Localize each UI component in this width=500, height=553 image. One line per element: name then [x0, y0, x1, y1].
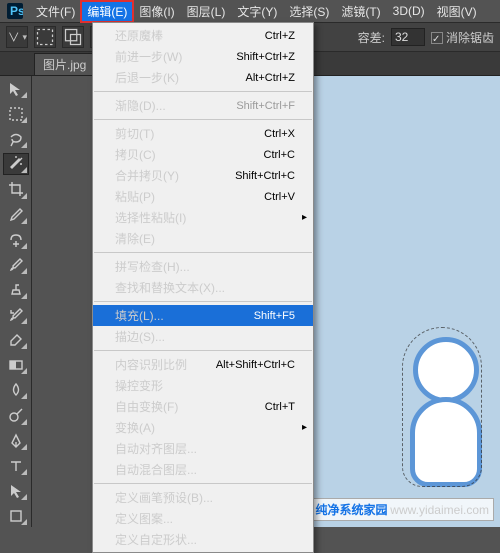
canvas-figure	[413, 337, 482, 487]
menu-puppet-warp: 操控变形	[93, 375, 313, 396]
spot-heal-tool[interactable]	[3, 229, 29, 251]
menu-paste[interactable]: 粘贴(P)Ctrl+V	[93, 186, 313, 207]
menu-find-replace: 查找和替换文本(X)...	[93, 277, 313, 298]
menu-free-transform[interactable]: 自由变换(F)Ctrl+T	[93, 396, 313, 417]
menu-fill[interactable]: 填充(L)...Shift+F5	[93, 305, 313, 326]
menu-transform[interactable]: 变换(A)	[93, 417, 313, 438]
menu-auto-align: 自动对齐图层...	[93, 438, 313, 459]
tool-palette	[0, 76, 32, 527]
menu-define-shape: 定义自定形状...	[93, 529, 313, 550]
svg-text:Ps: Ps	[10, 4, 23, 18]
menu-select[interactable]: 选择(S)	[283, 1, 335, 22]
menubar: Ps 文件(F) 编辑(E) 图像(I) 图层(L) 文字(Y) 选择(S) 滤…	[0, 0, 500, 22]
magic-wand-tool[interactable]	[3, 153, 29, 175]
eraser-tool[interactable]	[3, 329, 29, 351]
history-brush-tool[interactable]	[3, 304, 29, 326]
menu-cut[interactable]: 剪切(T)Ctrl+X	[93, 123, 313, 144]
menu-clear[interactable]: 清除(E)	[93, 228, 313, 249]
blur-tool[interactable]	[3, 379, 29, 401]
menu-auto-blend: 自动混合图层...	[93, 459, 313, 480]
menu-edit[interactable]: 编辑(E)	[81, 1, 133, 22]
menu-filter[interactable]: 滤镜(T)	[335, 1, 386, 22]
menu-text[interactable]: 文字(Y)	[231, 1, 283, 22]
edit-menu-dropdown: 还原魔棒Ctrl+Z 前进一步(W)Shift+Ctrl+Z 后退一步(K)Al…	[92, 22, 314, 553]
menu-copy-merged[interactable]: 合并拷贝(Y)Shift+Ctrl+C	[93, 165, 313, 186]
watermark: 纯净系统家园 www.yidaimei.com	[311, 498, 495, 521]
tolerance-input[interactable]	[391, 28, 425, 46]
menu-define-brush[interactable]: 定义画笔预设(B)...	[93, 487, 313, 508]
menu-stroke[interactable]: 描边(S)...	[93, 326, 313, 347]
shape-tool[interactable]	[3, 505, 29, 527]
ps-logo-icon: Ps	[6, 2, 24, 20]
menu-step-forward[interactable]: 前进一步(W)Shift+Ctrl+Z	[93, 46, 313, 67]
menu-file[interactable]: 文件(F)	[30, 1, 81, 22]
crop-tool[interactable]	[3, 178, 29, 200]
type-tool[interactable]	[3, 455, 29, 477]
marquee-tool[interactable]	[3, 103, 29, 125]
menu-step-backward[interactable]: 后退一步(K)Alt+Ctrl+Z	[93, 67, 313, 88]
menu-undo[interactable]: 还原魔棒Ctrl+Z	[93, 25, 313, 46]
menu-define-pattern[interactable]: 定义图案...	[93, 508, 313, 529]
document-tab-label: 图片.jpg	[43, 56, 86, 73]
clone-stamp-tool[interactable]	[3, 279, 29, 301]
menu-layer[interactable]: 图层(L)	[181, 1, 232, 22]
path-select-tool[interactable]	[3, 480, 29, 502]
selection-new-icon[interactable]	[34, 26, 56, 48]
menu-fade: 渐隐(D)...Shift+Ctrl+F	[93, 95, 313, 116]
menu-paste-special[interactable]: 选择性粘贴(I)	[93, 207, 313, 228]
menu-copy[interactable]: 拷贝(C)Ctrl+C	[93, 144, 313, 165]
dodge-tool[interactable]	[3, 404, 29, 426]
watermark-brand: 纯净系统家园	[316, 503, 388, 517]
tool-preset-button[interactable]: ▾	[6, 26, 28, 48]
selection-add-icon[interactable]	[62, 26, 84, 48]
eyedropper-tool[interactable]	[3, 204, 29, 226]
watermark-url: www.yidaimei.com	[390, 503, 489, 517]
gradient-tool[interactable]	[3, 354, 29, 376]
lasso-tool[interactable]	[3, 128, 29, 150]
tolerance-label: 容差:	[358, 29, 385, 46]
antialias-label: 消除锯齿	[446, 31, 494, 45]
pen-tool[interactable]	[3, 430, 29, 452]
menu-view[interactable]: 视图(V)	[431, 1, 483, 22]
move-tool[interactable]	[3, 78, 29, 100]
menu-3d[interactable]: 3D(D)	[387, 2, 431, 20]
antialias-checkbox[interactable]: 消除锯齿	[431, 29, 494, 46]
brush-tool[interactable]	[3, 254, 29, 276]
menu-content-aware-scale[interactable]: 内容识别比例Alt+Shift+Ctrl+C	[93, 354, 313, 375]
canvas-area[interactable]: 纯净系统家园 www.yidaimei.com	[302, 76, 500, 527]
menu-spellcheck: 拼写检查(H)...	[93, 256, 313, 277]
menu-image[interactable]: 图像(I)	[133, 1, 180, 22]
